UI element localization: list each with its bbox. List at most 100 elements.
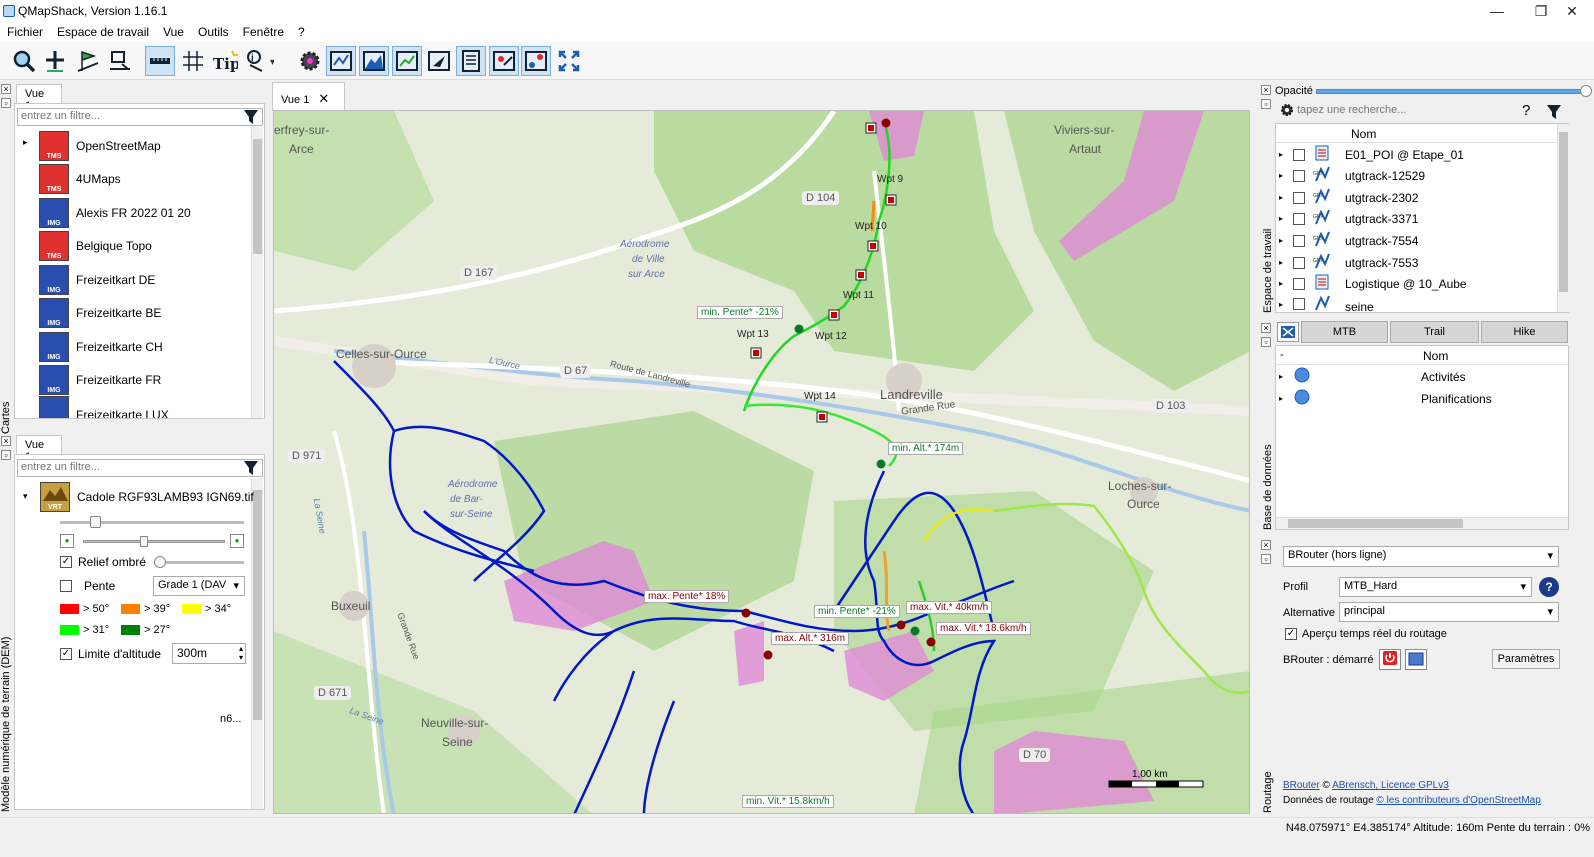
opacity-slider-handle[interactable] xyxy=(90,516,101,528)
workspace-opacity-slider[interactable] xyxy=(1316,89,1584,94)
db-tab-trail[interactable]: Trail xyxy=(1390,321,1479,343)
workspace-item-track[interactable]: ▸ GPX utgtrack-2302 xyxy=(1279,187,1418,208)
workspace-opacity-handle[interactable] xyxy=(1580,85,1592,97)
maps-filter-input[interactable]: entrez un filtre... xyxy=(17,108,263,126)
navigate-icon[interactable] xyxy=(424,46,454,76)
dem-dock-close-icon[interactable]: × xyxy=(1,436,11,446)
map-item-openstreetmap[interactable]: TMS OpenStreetMap xyxy=(39,129,161,162)
range-max-icon[interactable]: ● xyxy=(230,534,244,548)
database-icon[interactable] xyxy=(489,46,519,76)
workspace-item-checkbox[interactable] xyxy=(1293,298,1305,310)
map-item-freizeitkarte-ch[interactable]: IMG Freizeitkarte CH xyxy=(39,330,163,363)
draw-track-icon[interactable] xyxy=(105,46,135,76)
workspace-item-checkbox[interactable] xyxy=(1293,234,1305,247)
filter-icon[interactable] xyxy=(243,460,259,479)
elevation-range-handle[interactable] xyxy=(140,536,148,547)
profile-help-icon[interactable]: ? xyxy=(1539,577,1559,597)
expand-arrow-icon[interactable]: ▸ xyxy=(1279,394,1293,403)
menu-help[interactable]: ? xyxy=(291,24,312,41)
workspace-list-icon[interactable] xyxy=(456,46,486,76)
brouter-power-icon[interactable] xyxy=(1379,649,1401,670)
map-item-freizeitkarte-lux[interactable]: IMGFreizeitkarte LUX xyxy=(39,396,169,418)
opacity-slider[interactable] xyxy=(60,521,244,524)
workspace-item-checkbox[interactable] xyxy=(1293,191,1305,204)
draw-route-icon[interactable] xyxy=(73,46,103,76)
maps-scrollbar[interactable] xyxy=(251,127,263,418)
db-item-planifications[interactable]: ▸ Planifications xyxy=(1279,388,1492,409)
minimize-icon[interactable]: — xyxy=(1475,0,1519,24)
preview-checkbox[interactable]: ✓ xyxy=(1285,628,1297,640)
menu-fichier[interactable]: Fichier xyxy=(0,24,50,41)
waypoint-label[interactable]: Wpt 14 xyxy=(804,391,836,402)
dem-tab-vue1[interactable]: Vue 1 xyxy=(16,435,62,463)
workspace-scrollbar[interactable] xyxy=(1557,124,1569,312)
workspace-filter-icon[interactable] xyxy=(1546,104,1562,123)
expand-arrow-icon[interactable]: ▸ xyxy=(1279,236,1293,245)
menu-outils[interactable]: Outils xyxy=(191,24,236,41)
dem-scrollbar[interactable] xyxy=(251,478,263,809)
menu-fenetre[interactable]: Fenêtre xyxy=(236,24,291,41)
workspace-item-seine[interactable]: ▸ seine xyxy=(1279,295,1374,313)
dem-dock-float-icon[interactable]: ▫ xyxy=(1,450,11,460)
waypoint-label[interactable]: Wpt 9 xyxy=(877,174,903,185)
elevation-profile-icon[interactable] xyxy=(359,46,389,76)
expand-arrow-icon[interactable]: ▸ xyxy=(1279,372,1293,381)
hillshade-checkbox[interactable]: ✓ xyxy=(60,556,72,568)
routing-dock-float-icon[interactable]: ▫ xyxy=(1261,554,1271,564)
workspace-item-checkbox[interactable] xyxy=(1293,169,1305,182)
alt-limit-input[interactable]: 300m ▴ ▾ xyxy=(172,643,246,664)
hillshade-slider-handle[interactable] xyxy=(154,556,166,568)
slope-grade-select[interactable]: Grade 1 (DAV xyxy=(153,576,245,596)
database-add-icon[interactable] xyxy=(1277,322,1299,342)
waypoint-label[interactable]: Wpt 12 xyxy=(815,331,847,342)
map-item-alexis[interactable]: IMG Alexis FR 2022 01 20 xyxy=(39,196,191,229)
help-icon[interactable]: ? xyxy=(1522,102,1530,119)
workspace-item-track[interactable]: ▸ GPX utgtrack-12529 xyxy=(1279,165,1425,186)
map-item-freizeitkart-de[interactable]: IMG Freizeitkart DE xyxy=(39,263,155,296)
fullscreen-icon[interactable] xyxy=(554,46,584,76)
alternative-select[interactable]: principal xyxy=(1339,602,1559,622)
maps-dock-close-icon[interactable]: × xyxy=(1,84,11,94)
maps-tab-vue1[interactable]: Vue 1 xyxy=(16,84,62,112)
brouter-params-button[interactable]: Paramètres xyxy=(1492,649,1560,669)
expand-arrow-icon[interactable]: ▸ xyxy=(1279,171,1293,180)
menu-vue[interactable]: Vue xyxy=(156,24,191,41)
workspace-item-checkbox[interactable] xyxy=(1293,212,1305,225)
workspace-item-track[interactable]: ▸ GPX utgtrack-7554 xyxy=(1279,230,1418,251)
filter-icon[interactable] xyxy=(243,109,259,128)
workspace-dock-close-icon[interactable]: × xyxy=(1261,85,1271,95)
db-tab-mtb[interactable]: MTB xyxy=(1301,321,1388,343)
collapse-arrow-icon[interactable]: ▾ xyxy=(23,491,28,502)
tip-icon[interactable]: Tip xyxy=(210,46,240,76)
workspace-item-checkbox[interactable] xyxy=(1293,277,1305,290)
ruler-icon[interactable] xyxy=(145,46,175,76)
expand-arrow-icon[interactable]: ▸ xyxy=(1279,214,1293,223)
menu-espace-de-travail[interactable]: Espace de travail xyxy=(50,24,156,41)
abrensch-link[interactable]: ABrensch, Licence GPLv3 xyxy=(1332,780,1449,791)
brouter-console-icon[interactable] xyxy=(1405,649,1427,670)
workspace-item-track[interactable]: ▸ GPX utgtrack-3371 xyxy=(1279,208,1418,229)
track-chart-icon[interactable] xyxy=(392,46,422,76)
close-icon[interactable]: ✕ xyxy=(1550,0,1594,24)
brouter-link[interactable]: BRouter xyxy=(1283,780,1320,791)
map-view-icon[interactable] xyxy=(326,46,356,76)
add-waypoint-icon[interactable] xyxy=(40,46,70,76)
database-dock-float-icon[interactable]: ▫ xyxy=(1261,337,1271,347)
elevation-range-slider[interactable] xyxy=(83,540,225,543)
workspace-item-logistique[interactable]: ▸ Logistique @ 10_Aube xyxy=(1279,273,1467,294)
map-item-4umaps[interactable]: TMS 4UMaps xyxy=(39,162,121,195)
expand-arrow-icon[interactable]: ▸ xyxy=(23,137,28,148)
database-dock-close-icon[interactable]: × xyxy=(1261,323,1271,333)
workspace-item-poi[interactable]: ▸ E01_POI @ Etape_01 xyxy=(1279,144,1464,165)
close-tab-icon[interactable]: ✕ xyxy=(318,91,329,106)
maps-dock-float-icon[interactable]: ▫ xyxy=(1,98,11,108)
profile-select[interactable]: MTB_Hard xyxy=(1339,577,1532,597)
dem-filter-input[interactable]: entrez un filtre... xyxy=(17,459,263,477)
workspace-dock-float-icon[interactable]: ▫ xyxy=(1261,99,1271,109)
workspace-search-input[interactable]: tapez une recherche... xyxy=(1297,104,1527,121)
slope-checkbox[interactable] xyxy=(60,580,72,592)
map-item-belgique-topo[interactable]: TMS Belgique Topo xyxy=(39,229,152,262)
routing-dock-close-icon[interactable]: × xyxy=(1261,540,1271,550)
map-tab-vue1[interactable]: Vue 1 ✕ xyxy=(272,82,345,111)
alt-limit-checkbox[interactable]: ✓ xyxy=(60,648,72,660)
